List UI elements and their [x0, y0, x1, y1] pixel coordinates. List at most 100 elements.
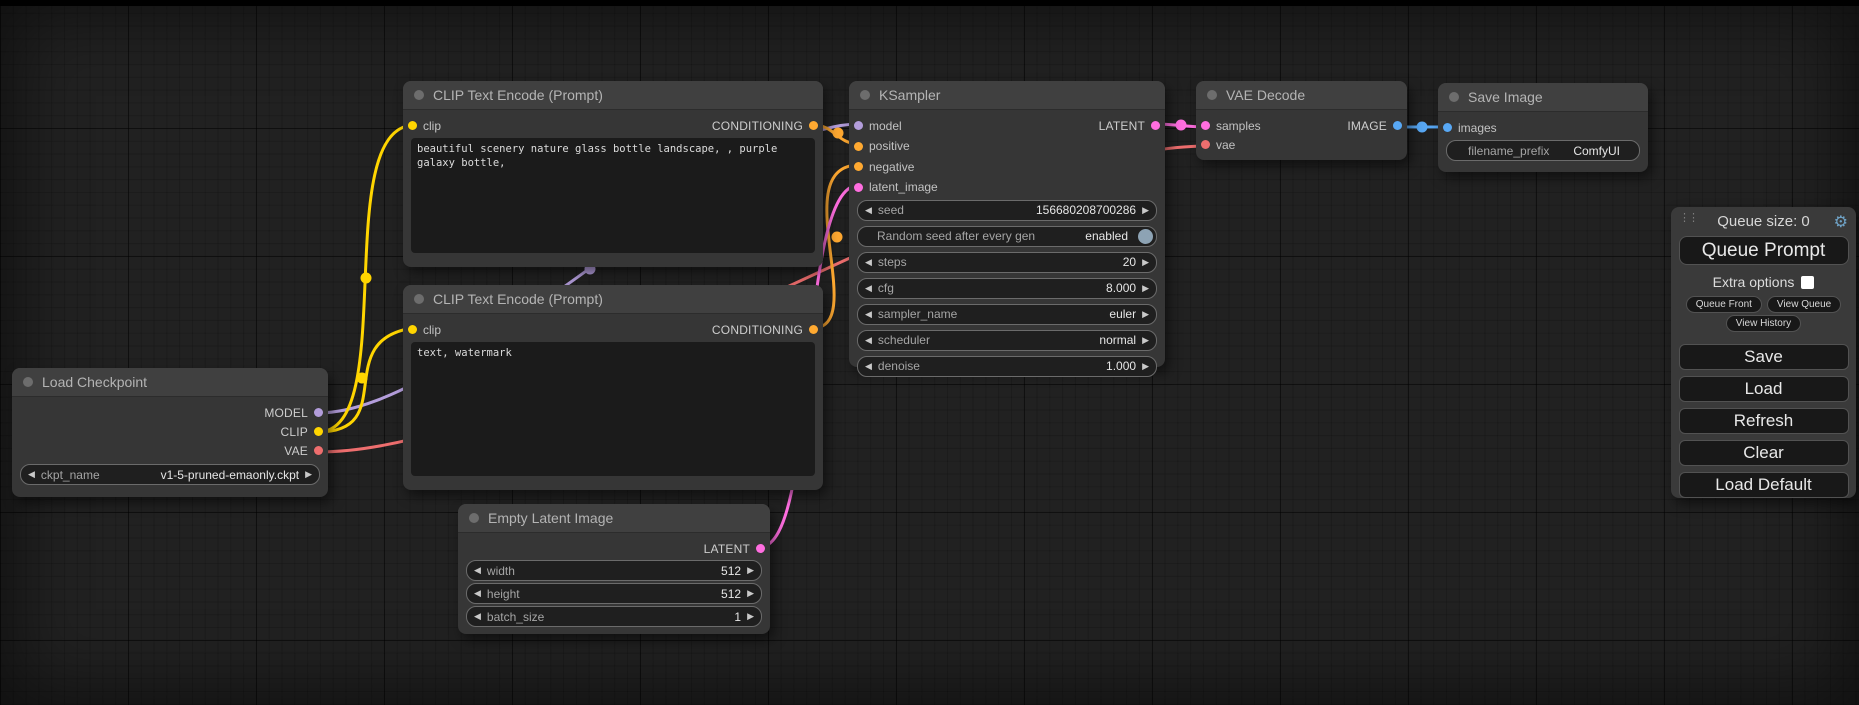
load-button[interactable]: Load [1679, 376, 1849, 402]
view-queue-button[interactable]: View Queue [1767, 296, 1841, 313]
node-ksampler[interactable]: KSampler model LATENT positive negative … [849, 81, 1165, 367]
conditioning-output-label: CONDITIONING [712, 323, 803, 337]
vae-input-dot[interactable] [1201, 140, 1210, 149]
model-output-dot[interactable] [314, 408, 323, 417]
node-title-bar[interactable]: CLIP Text Encode (Prompt) [403, 81, 823, 110]
gear-icon[interactable]: ⚙ [1834, 212, 1848, 232]
wire-midpoint-dot [832, 232, 843, 243]
ckpt-name-widget[interactable]: ◀ ckpt_name v1-5-pruned-emaonly.ckpt ▶ [20, 464, 320, 485]
node-title-bar[interactable]: Load Checkpoint [12, 368, 328, 397]
width-widget[interactable]: ◀ width 512 ▶ [466, 560, 762, 581]
increment-arrow-icon[interactable]: ▶ [1142, 258, 1149, 267]
node-load-checkpoint[interactable]: Load Checkpoint MODEL CLIP VAE ◀ ckpt_na… [12, 368, 328, 497]
node-title-bar[interactable]: Save Image [1438, 83, 1648, 112]
images-input-dot[interactable] [1443, 123, 1452, 132]
latent-output-dot[interactable] [756, 544, 765, 553]
random-seed-toggle[interactable] [1138, 229, 1153, 244]
queue-panel: ⋮⋮ Queue size: 0 ⚙ Queue Prompt Extra op… [1671, 207, 1856, 498]
decrement-arrow-icon[interactable]: ◀ [865, 206, 872, 215]
node-title: CLIP Text Encode (Prompt) [433, 87, 603, 103]
seed-widget[interactable]: ◀ seed 156680208700286 ▶ [857, 200, 1157, 221]
extra-options-checkbox[interactable] [1801, 276, 1814, 289]
latent-image-input-dot[interactable] [854, 183, 863, 192]
node-title: Save Image [1468, 89, 1543, 105]
queue-prompt-button[interactable]: Queue Prompt [1679, 236, 1849, 265]
sampler-name-widget[interactable]: ◀ sampler_name euler ▶ [857, 304, 1157, 325]
wire-clip-negative [318, 328, 413, 432]
decrement-arrow-icon[interactable]: ◀ [28, 470, 35, 479]
scheduler-widget[interactable]: ◀ scheduler normal ▶ [857, 330, 1157, 351]
increment-arrow-icon[interactable]: ▶ [1142, 362, 1149, 371]
node-empty-latent-image[interactable]: Empty Latent Image LATENT ◀ width 512 ▶ … [458, 504, 770, 634]
increment-arrow-icon[interactable]: ▶ [747, 612, 754, 621]
batch-size-widget[interactable]: ◀ batch_size 1 ▶ [466, 606, 762, 627]
node-graph-canvas[interactable]: Load Checkpoint MODEL CLIP VAE ◀ ckpt_na… [0, 0, 1859, 705]
conditioning-output-dot[interactable] [809, 325, 818, 334]
samples-input-label: samples [1216, 119, 1261, 133]
increment-arrow-icon[interactable]: ▶ [1142, 206, 1149, 215]
node-status-dot-icon [1449, 92, 1459, 102]
node-title-bar[interactable]: CLIP Text Encode (Prompt) [403, 285, 823, 314]
wire-midpoint-dot [357, 373, 368, 384]
steps-widget[interactable]: ◀ steps 20 ▶ [857, 252, 1157, 273]
decrement-arrow-icon[interactable]: ◀ [865, 336, 872, 345]
prompt-textarea[interactable]: beautiful scenery nature glass bottle la… [411, 138, 815, 253]
wire-midpoint-dot [1417, 122, 1428, 133]
denoise-widget[interactable]: ◀ denoise 1.000 ▶ [857, 356, 1157, 377]
filename-prefix-widget[interactable]: filename_prefix ComfyUI [1446, 140, 1640, 161]
clip-input-dot[interactable] [408, 121, 417, 130]
model-output-label: MODEL [264, 406, 308, 420]
node-title-bar[interactable]: Empty Latent Image [458, 504, 770, 533]
increment-arrow-icon[interactable]: ▶ [305, 470, 312, 479]
node-title: Load Checkpoint [42, 374, 147, 390]
prompt-textarea[interactable]: text, watermark [411, 342, 815, 476]
random-seed-widget[interactable]: Random seed after every gen enabled [857, 226, 1157, 247]
latent-output-dot[interactable] [1151, 121, 1160, 130]
images-input-label: images [1458, 121, 1497, 135]
load-default-button[interactable]: Load Default [1679, 472, 1849, 498]
drag-handle-icon[interactable]: ⋮⋮ [1679, 214, 1697, 222]
clip-output-dot[interactable] [314, 427, 323, 436]
increment-arrow-icon[interactable]: ▶ [747, 566, 754, 575]
negative-input-dot[interactable] [854, 162, 863, 171]
decrement-arrow-icon[interactable]: ◀ [865, 310, 872, 319]
clip-input-label: clip [423, 323, 441, 337]
clear-button[interactable]: Clear [1679, 440, 1849, 466]
decrement-arrow-icon[interactable]: ◀ [865, 362, 872, 371]
node-title-bar[interactable]: KSampler [849, 81, 1165, 110]
decrement-arrow-icon[interactable]: ◀ [865, 258, 872, 267]
increment-arrow-icon[interactable]: ▶ [1142, 284, 1149, 293]
node-title: Empty Latent Image [488, 510, 613, 526]
increment-arrow-icon[interactable]: ▶ [1142, 336, 1149, 345]
cfg-widget[interactable]: ◀ cfg 8.000 ▶ [857, 278, 1157, 299]
node-clip-text-encode-positive[interactable]: CLIP Text Encode (Prompt) clip CONDITION… [403, 81, 823, 267]
view-history-button[interactable]: View History [1726, 315, 1801, 332]
decrement-arrow-icon[interactable]: ◀ [865, 284, 872, 293]
wire-midpoint-dot [833, 128, 844, 139]
model-input-dot[interactable] [854, 121, 863, 130]
node-vae-decode[interactable]: VAE Decode samples IMAGE vae [1196, 81, 1407, 160]
clip-input-dot[interactable] [408, 325, 417, 334]
node-save-image[interactable]: Save Image images filename_prefix ComfyU… [1438, 83, 1648, 172]
conditioning-output-dot[interactable] [809, 121, 818, 130]
canvas-top-edge [0, 0, 1859, 6]
decrement-arrow-icon[interactable]: ◀ [474, 612, 481, 621]
positive-input-dot[interactable] [854, 142, 863, 151]
increment-arrow-icon[interactable]: ▶ [747, 589, 754, 598]
node-status-dot-icon [860, 90, 870, 100]
save-button[interactable]: Save [1679, 344, 1849, 370]
node-title-bar[interactable]: VAE Decode [1196, 81, 1407, 110]
samples-input-dot[interactable] [1201, 121, 1210, 130]
decrement-arrow-icon[interactable]: ◀ [474, 566, 481, 575]
refresh-button[interactable]: Refresh [1679, 408, 1849, 434]
wire-midpoint-dot [1176, 120, 1187, 131]
image-output-dot[interactable] [1393, 121, 1402, 130]
node-status-dot-icon [414, 90, 424, 100]
height-widget[interactable]: ◀ height 512 ▶ [466, 583, 762, 604]
vae-output-dot[interactable] [314, 446, 323, 455]
decrement-arrow-icon[interactable]: ◀ [474, 589, 481, 598]
node-clip-text-encode-negative[interactable]: CLIP Text Encode (Prompt) clip CONDITION… [403, 285, 823, 490]
queue-front-button[interactable]: Queue Front [1686, 296, 1762, 313]
node-title: CLIP Text Encode (Prompt) [433, 291, 603, 307]
increment-arrow-icon[interactable]: ▶ [1142, 310, 1149, 319]
